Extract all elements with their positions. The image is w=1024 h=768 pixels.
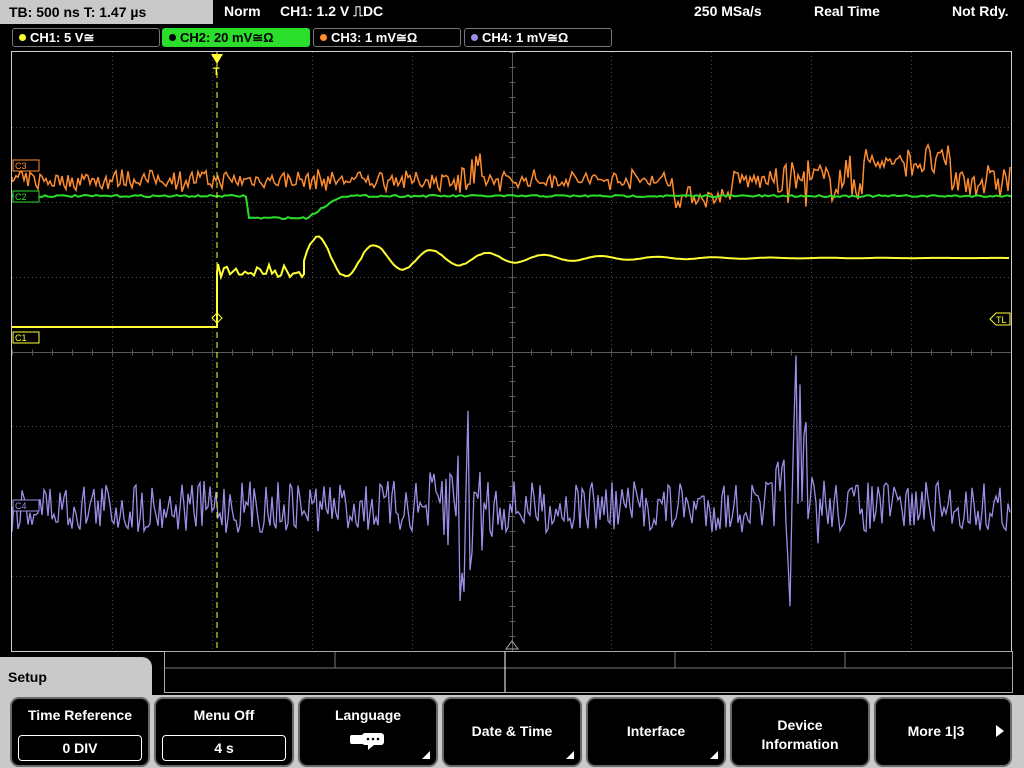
time-reference-softkey[interactable]: Time Reference 0 DIV (10, 697, 150, 767)
ch2-label: CH2: 20 mV≅Ω (180, 30, 274, 45)
indicator-grid (165, 652, 1012, 692)
ch4-offset-marker[interactable]: C4 (12, 499, 40, 512)
interface-softkey[interactable]: Interface (586, 697, 726, 767)
trigger-position-marker[interactable] (211, 54, 223, 64)
date-time-softkey[interactable]: Date & Time (442, 697, 582, 767)
submenu-triangle-icon (566, 751, 574, 759)
trigger-level-marker[interactable]: TL (989, 312, 1011, 326)
device-information-softkey[interactable]: Device Information (730, 697, 870, 767)
timebase-readout[interactable]: TB: 500 ns T: 1.47 µs (0, 0, 213, 24)
status-bar: TB: 500 ns T: 1.47 µs Norm CH1: 1.2 V ⎍D… (0, 0, 1024, 25)
ch1-color-dot (19, 34, 26, 41)
channel-1-button[interactable]: CH1: 5 V≅ (12, 28, 160, 47)
channel-3-button[interactable]: CH3: 1 mV≅Ω (313, 28, 461, 47)
submenu-triangle-icon (710, 751, 718, 759)
more-label: More 1|3 (907, 723, 965, 739)
ch4-label: CH4: 1 mV≅Ω (482, 30, 569, 45)
ch1-label: CH1: 5 V≅ (30, 30, 95, 45)
waveform-display[interactable]: T C3 C2 C1 C4 TL (11, 51, 1012, 652)
graticule (12, 52, 1011, 651)
channel-4-button[interactable]: CH4: 1 mV≅Ω (464, 28, 612, 47)
traces (12, 142, 1011, 607)
more-softkey[interactable]: More 1|3 (874, 697, 1012, 767)
channel-2-button[interactable]: CH2: 20 mV≅Ω (162, 28, 310, 47)
menu-title-tab: Setup (0, 657, 152, 697)
ch2-offset-marker[interactable]: C2 (12, 190, 40, 203)
ch1-marker-label: C1 (15, 333, 27, 343)
waveform-canvas: T C3 C2 C1 C4 TL (12, 52, 1011, 651)
interface-label: Interface (626, 723, 686, 739)
sample-rate: 250 MSa/s (694, 3, 762, 19)
trigger-mode[interactable]: Norm (224, 3, 261, 19)
trigger-position-label: T (213, 66, 220, 78)
ch3-color-dot (320, 34, 327, 41)
ch1-offset-marker[interactable]: C1 (12, 331, 40, 344)
ch2-marker-label: C2 (15, 192, 27, 202)
menu-off-label: Menu Off (193, 707, 255, 723)
zoom-indicator-area (164, 651, 1013, 693)
ch4-marker-label: C4 (15, 501, 27, 511)
speech-bubble-icon (350, 733, 384, 750)
trigger-status: Not Rdy. (952, 3, 1009, 19)
ch4-color-dot (471, 34, 478, 41)
time-reference-value[interactable]: 0 DIV (18, 735, 142, 761)
date-time-label: Date & Time (471, 723, 553, 739)
acquisition-mode: Real Time (814, 3, 880, 19)
channel-bar: CH1: 5 V≅ CH2: 20 mV≅Ω CH3: 1 mV≅Ω CH4: … (0, 25, 1024, 49)
trigger-info[interactable]: CH1: 1.2 V ⎍DC (280, 3, 383, 20)
language-softkey[interactable]: Language (298, 697, 438, 767)
ch3-trace (12, 142, 1011, 209)
ch1-trace (12, 235, 1009, 328)
language-label: Language (334, 707, 402, 723)
side-rail (1012, 697, 1024, 768)
ch2-color-dot (169, 34, 176, 41)
ch3-label: CH3: 1 mV≅Ω (331, 30, 418, 45)
menu-off-softkey[interactable]: Menu Off 4 s (154, 697, 294, 767)
menu-title: Setup (8, 669, 47, 685)
ch3-offset-marker[interactable]: C3 (12, 159, 40, 172)
device-information-label-line2: Information (761, 736, 839, 752)
device-information-label-line1: Device (777, 717, 823, 733)
ch3-marker-label: C3 (15, 161, 27, 171)
next-page-arrow-icon (996, 725, 1004, 737)
trigger-level-label: TL (996, 315, 1007, 325)
ch4-trace (12, 355, 1011, 607)
submenu-triangle-icon (422, 751, 430, 759)
menu-off-value[interactable]: 4 s (162, 735, 286, 761)
ch2-trace (12, 193, 1011, 221)
time-reference-label: Time Reference (27, 707, 132, 723)
